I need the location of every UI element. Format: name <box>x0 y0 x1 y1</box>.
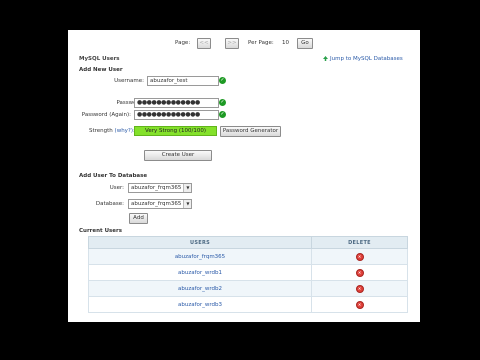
table-row: abuzafor_wrdb2 ✕ <box>88 280 408 297</box>
user-select-label: User: <box>109 185 124 191</box>
password-again-valid-icon: ✓ <box>219 111 226 118</box>
chevron-down-icon: ▼ <box>183 200 192 208</box>
table-row: abuzafor_wrdb3 ✕ <box>88 296 408 313</box>
jump-arrow-icon <box>323 56 328 61</box>
user-select[interactable]: abuzafor_frqm365 ▼ <box>128 183 193 193</box>
per-page-value[interactable]: 10 <box>282 39 289 47</box>
username-label: Username: <box>114 78 144 84</box>
per-page-label: Per Page: <box>248 40 274 46</box>
password-valid-icon: ✓ <box>219 99 226 106</box>
password-strength-meter: Very Strong (100/100) <box>134 126 217 136</box>
table-row: abuzafor_frqm365 ✕ <box>88 248 408 265</box>
database-select[interactable]: abuzafor_frqm365 ▼ <box>128 199 193 209</box>
jump-to-databases-link[interactable]: Jump to MySQL Databases <box>330 55 403 63</box>
delete-column-header: Delete <box>311 236 408 249</box>
last-page-button[interactable]: >> <box>225 38 239 49</box>
database-select-value: abuzafor_frqm365 <box>131 201 182 207</box>
delete-icon[interactable]: ✕ <box>355 268 364 277</box>
current-users-table: Users Delete abuzafor_frqm365 ✕ abuzafor… <box>88 236 408 313</box>
delete-cell: ✕ <box>311 296 408 313</box>
database-select-label: Database: <box>95 201 124 207</box>
users-column-header: Users <box>88 236 312 249</box>
password-again-label: Password (Again): <box>81 112 131 118</box>
current-users-heading: Current Users <box>79 228 123 234</box>
delete-icon[interactable]: ✕ <box>355 300 364 309</box>
password-input[interactable]: ●●●●●●●●●●●●● <box>134 98 219 108</box>
chevron-down-icon: ▼ <box>183 184 192 192</box>
add-to-database-heading: Add User To Database <box>79 173 148 179</box>
add-user-heading: Add New User <box>79 67 123 73</box>
user-name-link[interactable]: abuzafor_wrdb2 <box>88 280 312 297</box>
why-link[interactable]: (why?): <box>115 128 135 134</box>
user-name-link[interactable]: abuzafor_frqm365 <box>88 248 312 265</box>
delete-cell: ✕ <box>311 264 408 281</box>
delete-cell: ✕ <box>311 248 408 265</box>
delete-icon[interactable]: ✕ <box>355 284 364 293</box>
add-user-to-db-button[interactable]: Add <box>129 213 148 224</box>
cpanel-mysql-page: Page: << >> Per Page: 10 Go MySQL Users … <box>68 30 420 322</box>
go-button[interactable]: Go <box>297 38 313 49</box>
password-generator-button[interactable]: Password Generator <box>220 126 281 137</box>
username-input[interactable]: abuzafor_test <box>147 76 219 86</box>
delete-icon[interactable]: ✕ <box>355 252 364 261</box>
table-row: abuzafor_wrdb1 ✕ <box>88 264 408 281</box>
user-name-link[interactable]: abuzafor_wrdb1 <box>88 264 312 281</box>
page-title: MySQL Users <box>79 56 120 62</box>
strength-label: Strength (why?): <box>89 128 135 134</box>
password-again-input[interactable]: ●●●●●●●●●●●●● <box>134 110 219 120</box>
delete-cell: ✕ <box>311 280 408 297</box>
username-valid-icon: ✓ <box>219 77 226 84</box>
create-user-button[interactable]: Create User <box>144 150 212 161</box>
first-page-button[interactable]: << <box>197 38 211 49</box>
user-name-link[interactable]: abuzafor_wrdb3 <box>88 296 312 313</box>
user-select-value: abuzafor_frqm365 <box>131 185 182 191</box>
page-label: Page: <box>175 40 191 46</box>
